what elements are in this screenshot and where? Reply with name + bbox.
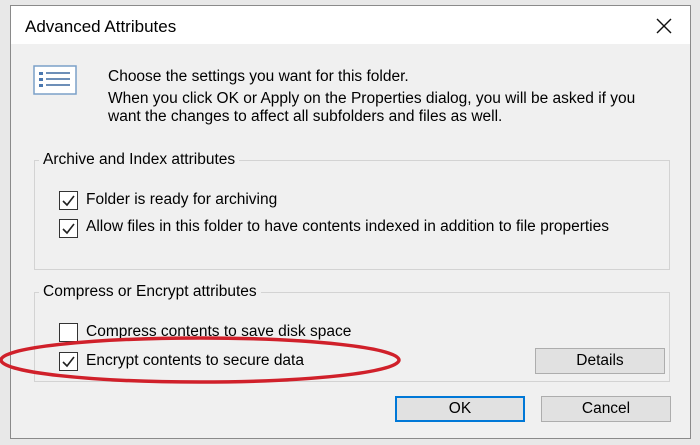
details-button[interactable]: Details	[535, 348, 665, 374]
dialog-title: Advanced Attributes	[25, 17, 177, 36]
intro-description: When you click OK or Apply on the Proper…	[108, 90, 636, 125]
advanced-attributes-dialog: Advanced Attributes Choose the settings …	[10, 5, 691, 439]
encrypt-label: Encrypt contents to secure data	[86, 352, 304, 369]
encrypt-checkbox[interactable]	[59, 352, 78, 371]
checkmark-icon	[62, 356, 75, 368]
indexing-checkbox[interactable]	[59, 219, 78, 238]
ok-button[interactable]: OK	[395, 396, 525, 422]
checkmark-icon	[62, 223, 75, 235]
title-bar: Advanced Attributes	[11, 6, 690, 44]
archive-index-group: Archive and Index attributes Folder is r…	[34, 151, 670, 270]
archive-index-legend: Archive and Index attributes	[39, 151, 240, 169]
cancel-button[interactable]: Cancel	[541, 396, 671, 422]
close-icon	[656, 18, 672, 34]
archiving-checkbox[interactable]	[59, 191, 78, 210]
compress-label: Compress contents to save disk space	[86, 323, 352, 340]
archiving-label: Folder is ready for archiving	[86, 191, 278, 208]
compress-checkbox[interactable]	[59, 323, 78, 342]
attributes-list-icon	[33, 65, 77, 95]
compress-encrypt-group: Compress or Encrypt attributes Compress …	[34, 283, 670, 382]
close-button[interactable]	[652, 14, 676, 38]
compress-encrypt-legend: Compress or Encrypt attributes	[39, 283, 261, 301]
indexing-label: Allow files in this folder to have conte…	[86, 218, 609, 235]
checkmark-icon	[62, 195, 75, 207]
intro-text: Choose the settings you want for this fo…	[108, 68, 409, 85]
